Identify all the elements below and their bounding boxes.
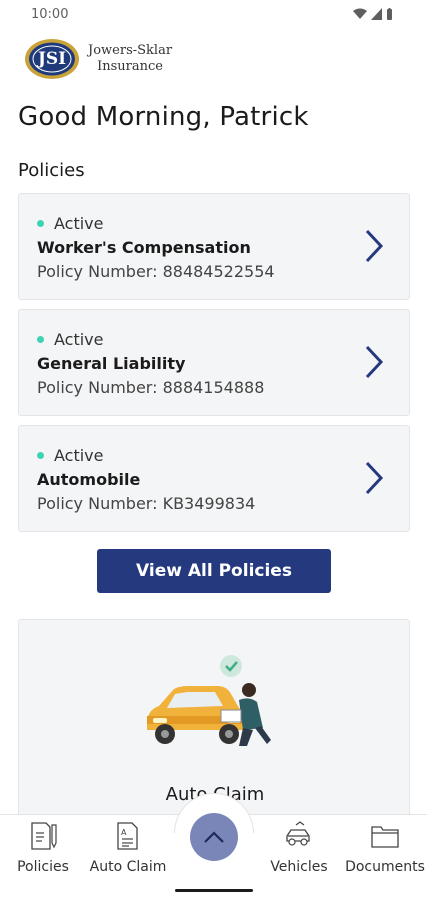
policy-card-workers-comp[interactable]: Active Worker's Compensation Policy Numb…: [18, 193, 410, 300]
brand-name-line2: Insurance: [97, 59, 163, 74]
auto-claim-illustration: [147, 655, 271, 746]
auto-claim-doc-icon: A: [117, 822, 138, 850]
nav-item-documents[interactable]: Documents: [340, 821, 427, 875]
policy-status: Active: [37, 446, 104, 465]
policy-status: Active: [37, 214, 104, 233]
policy-status-label: Active: [54, 446, 104, 465]
policy-name: Worker's Compensation: [37, 238, 251, 257]
nav-label-vehicles: Vehicles: [270, 859, 328, 875]
home-indicator[interactable]: [175, 889, 253, 892]
status-icons: [353, 8, 393, 20]
nav-item-vehicles[interactable]: Vehicles: [254, 821, 344, 875]
status-time: 10:00: [31, 7, 69, 22]
chevron-right-icon: [365, 229, 384, 263]
policy-card-general-liability[interactable]: Active General Liability Policy Number: …: [18, 309, 410, 416]
policy-name: General Liability: [37, 354, 186, 373]
svg-text:A: A: [121, 828, 127, 837]
battery-icon: [387, 8, 392, 20]
policy-number: Policy Number: 8884154888: [37, 378, 265, 397]
policy-name: Automobile: [37, 470, 141, 489]
brand-name-line1: Jowers-Sklar: [88, 43, 173, 58]
status-dot-icon: [37, 336, 44, 343]
nav-label-policies: Policies: [17, 859, 69, 875]
signal-icon: [371, 8, 382, 20]
policies-doc-icon: [31, 822, 57, 850]
policy-status-label: Active: [54, 214, 104, 233]
chevron-right-icon: [365, 461, 384, 495]
wifi-icon: [353, 8, 367, 19]
nav-item-policies[interactable]: Policies: [0, 821, 88, 875]
car-icon: [286, 821, 310, 846]
policy-status-label: Active: [54, 330, 104, 349]
status-bar: 10:00: [0, 0, 427, 30]
view-all-policies-button[interactable]: View All Policies: [97, 549, 331, 593]
nav-label-auto-claim: Auto Claim: [89, 859, 167, 875]
logo-initials: JSI: [37, 49, 67, 69]
policy-card-automobile[interactable]: Active Automobile Policy Number: KB34998…: [18, 425, 410, 532]
brand-logo: JSI Jowers-Sklar Insurance: [24, 38, 172, 80]
nav-label-documents: Documents: [345, 859, 425, 875]
policy-number: Policy Number: KB3499834: [37, 494, 256, 513]
brand-name: Jowers-Sklar Insurance: [88, 43, 172, 75]
chevron-right-icon: [365, 345, 384, 379]
expand-menu-button[interactable]: [190, 813, 238, 861]
greeting-title: Good Morning, Patrick: [18, 102, 309, 132]
policies-section-title: Policies: [18, 160, 85, 181]
nav-item-auto-claim[interactable]: A Auto Claim: [83, 821, 173, 875]
chevron-up-icon: [204, 831, 224, 843]
status-dot-icon: [37, 220, 44, 227]
policy-status: Active: [37, 330, 104, 349]
folder-icon: [371, 826, 399, 848]
policy-number: Policy Number: 88484522554: [37, 262, 275, 281]
status-dot-icon: [37, 452, 44, 459]
